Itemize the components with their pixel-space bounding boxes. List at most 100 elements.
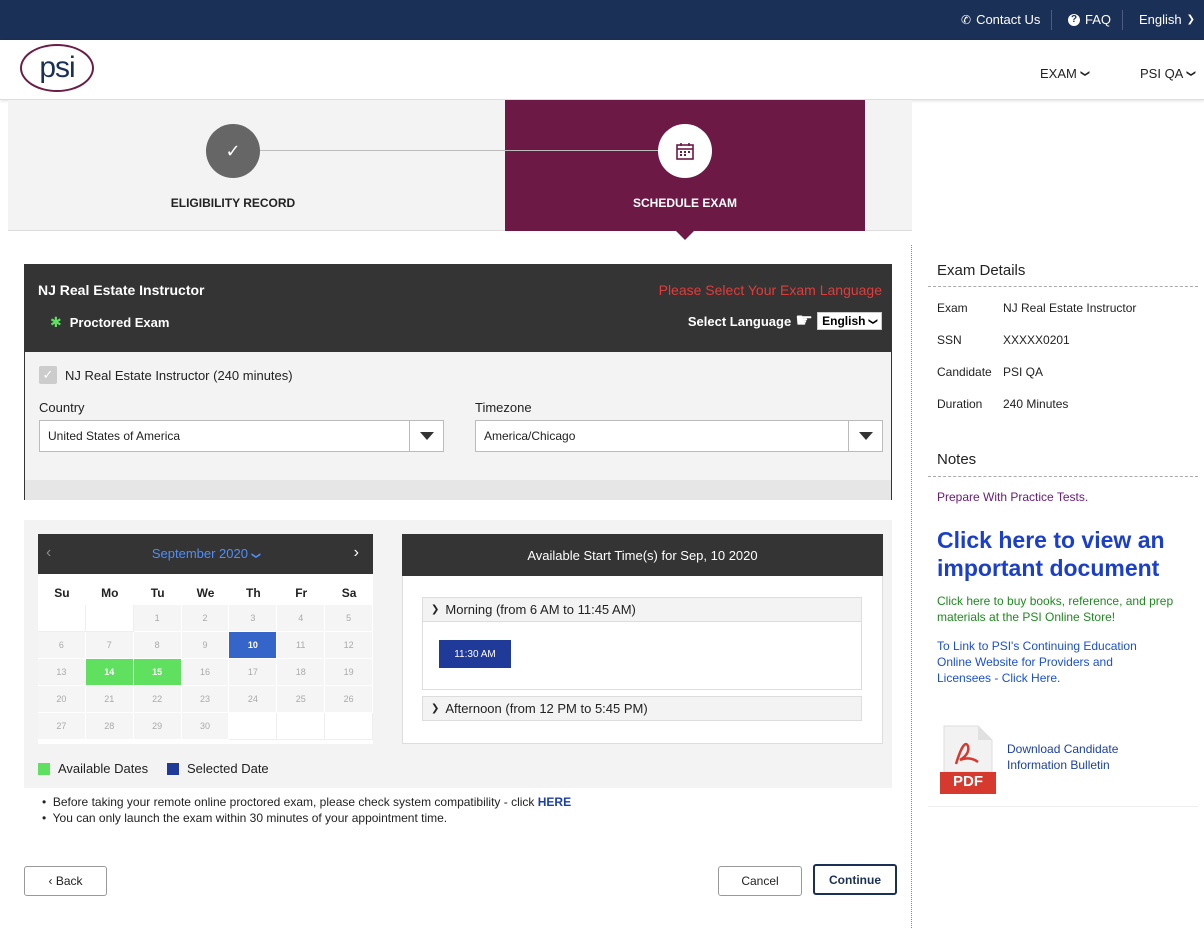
continuing-education-link[interactable]: To Link to PSI's Continuing Education On… — [937, 638, 1157, 686]
calendar-weekday-row: Su Mo Tu We Th Fr Sa — [38, 581, 373, 605]
legend-available-label: Available Dates — [58, 761, 149, 776]
phone-icon: ✆ — [961, 12, 972, 27]
calendar-day[interactable]: 10 — [229, 632, 278, 659]
top-utility-bar: ✆ Contact Us ? FAQ English ❯ — [0, 0, 1204, 40]
form-footer-strip — [25, 480, 891, 500]
calendar-next-button[interactable]: › — [354, 544, 359, 562]
calendar-week-row: 27 28 29 30 — [38, 713, 374, 740]
instruction-item: • Before taking your remote online proct… — [42, 795, 572, 809]
proctored-badge: ✱ Proctored Exam — [50, 314, 169, 331]
country-value: United States of America — [48, 429, 181, 443]
calendar-day[interactable]: 15 — [133, 659, 182, 686]
nav-exam-label: EXAM — [1040, 66, 1077, 81]
exam-details-title: Exam Details — [937, 262, 1026, 279]
language-select-value: English — [822, 314, 866, 328]
dropdown-arrow-icon — [848, 421, 882, 451]
country-label: Country — [39, 400, 85, 415]
calendar-day: 11 — [277, 632, 326, 659]
calendar-empty-cell — [325, 713, 374, 740]
calendar-day: 22 — [133, 686, 182, 713]
calendar-day: 6 — [38, 632, 86, 659]
notes-title: Notes — [937, 451, 977, 468]
language-select[interactable]: English ❯ — [817, 312, 882, 330]
calendar-day: 17 — [229, 659, 278, 686]
chevron-down-icon: ❯ — [1080, 69, 1091, 78]
weekday-label: Th — [246, 586, 261, 600]
nav-user-label: PSI QA — [1140, 66, 1184, 81]
calendar-month-selector[interactable]: September 2020 ❯ — [38, 546, 373, 561]
weekday-label: Su — [54, 586, 70, 600]
detail-value: NJ Real Estate Instructor — [1003, 301, 1137, 315]
calendar-grid: Su Mo Tu We Th Fr Sa 1 2 3 4 5 6 7 8 9 10 11 12 13 14… — [38, 581, 374, 740]
detail-key: Exam — [937, 301, 968, 315]
faq-label: FAQ — [1085, 12, 1112, 27]
important-document-link[interactable]: Click here to view an important document — [937, 526, 1197, 582]
calendar-day[interactable]: 14 — [85, 659, 134, 686]
language-selector-row: Select Language ☛ English ❯ — [688, 311, 882, 331]
nav-user[interactable]: PSI QA ❯ — [1140, 66, 1197, 81]
faq-link[interactable]: ? FAQ — [1068, 12, 1111, 27]
back-button[interactable]: ‹ Back — [24, 866, 107, 896]
detail-value: 240 Minutes — [1003, 397, 1069, 411]
weekday-label: Sa — [341, 586, 357, 600]
time-slot-button[interactable]: 11:30 AM — [439, 640, 511, 668]
calendar-empty-cell — [85, 605, 134, 632]
calendar-day: 25 — [277, 686, 326, 713]
dropdown-arrow-icon — [409, 421, 443, 451]
exam-mode: Proctored Exam — [69, 315, 170, 330]
calendar-day: 9 — [181, 632, 230, 659]
legend-selected: Selected Date — [167, 761, 269, 776]
pdf-label: PDF — [953, 773, 983, 790]
calendar-header: ‹ September 2020 ❯ › — [38, 534, 373, 574]
calendar-empty-cell — [229, 713, 278, 740]
timezone-select[interactable]: America/Chicago — [475, 420, 883, 452]
calendar-day: 2 — [181, 605, 230, 632]
calendar-day: 1 — [133, 605, 182, 632]
calendar-day: 27 — [38, 713, 86, 740]
psi-logo[interactable]: psi — [20, 44, 94, 92]
language-prompt: Please Select Your Exam Language — [658, 282, 882, 298]
chevron-down-icon: ❯ — [250, 551, 261, 560]
calendar-day: 3 — [229, 605, 278, 632]
available-swatch-icon — [38, 762, 50, 775]
continue-button[interactable]: Continue — [813, 864, 897, 895]
compatibility-here-link[interactable]: HERE — [538, 795, 571, 809]
weekday-label: Fr — [295, 586, 308, 600]
instruction-text: Before taking your remote online proctor… — [52, 795, 538, 809]
calendar-empty-cell — [38, 605, 86, 632]
step-schedule-label: SCHEDULE EXAM — [632, 196, 737, 210]
selected-swatch-icon — [167, 762, 179, 775]
calendar-day: 18 — [277, 659, 326, 686]
calendar-week-row: 20 21 22 23 24 25 26 — [38, 686, 374, 713]
instruction-text: You can only launch the exam within 30 m… — [52, 811, 448, 825]
language-menu[interactable]: English ❯ — [1139, 12, 1195, 27]
country-select[interactable]: United States of America — [39, 420, 444, 452]
calendar-month-label: September 2020 — [151, 546, 248, 561]
contact-us-link[interactable]: ✆ Contact Us — [961, 12, 1040, 27]
afternoon-accordion[interactable]: ❯ Afternoon (from 12 PM to 5:45 PM) — [422, 696, 862, 721]
morning-accordion[interactable]: ❯ Morning (from 6 AM to 11:45 AM) — [422, 597, 862, 622]
weekday-label: We — [196, 586, 215, 600]
online-store-link[interactable]: Click here to buy books, reference, and … — [937, 593, 1185, 625]
exam-checkbox[interactable]: ✓ — [39, 366, 57, 384]
detail-row: Candidate PSI QA — [937, 365, 1043, 379]
calendar-day: 21 — [85, 686, 134, 713]
main-header — [0, 40, 1204, 100]
calendar-icon — [658, 124, 712, 178]
calendar-week-row: 13 14 15 16 17 18 19 — [38, 659, 374, 686]
calendar-day: 26 — [325, 686, 374, 713]
calendar-day: 28 — [85, 713, 134, 740]
divider — [928, 476, 1198, 477]
candidate-bulletin-link[interactable]: Download Candidate Information Bulletin — [1007, 741, 1147, 773]
chevron-right-icon: ❯ — [431, 703, 440, 714]
calendar-day: 8 — [133, 632, 182, 659]
time-slots-header: Available Start Time(s) for Sep, 10 2020 — [402, 534, 883, 576]
pdf-icon[interactable]: PDF — [940, 724, 996, 794]
cancel-button[interactable]: Cancel — [718, 866, 802, 896]
nav-exam[interactable]: EXAM ❯ — [1040, 66, 1091, 81]
afternoon-label: Afternoon (from 12 PM to 5:45 PM) — [445, 701, 648, 716]
practice-tests-link[interactable]: Prepare With Practice Tests. — [937, 490, 1088, 504]
contact-us-label: Contact Us — [976, 12, 1041, 27]
calendar-week-row: 6 7 8 9 10 11 12 — [38, 632, 374, 659]
calendar-week-row: 12345 — [38, 605, 374, 632]
